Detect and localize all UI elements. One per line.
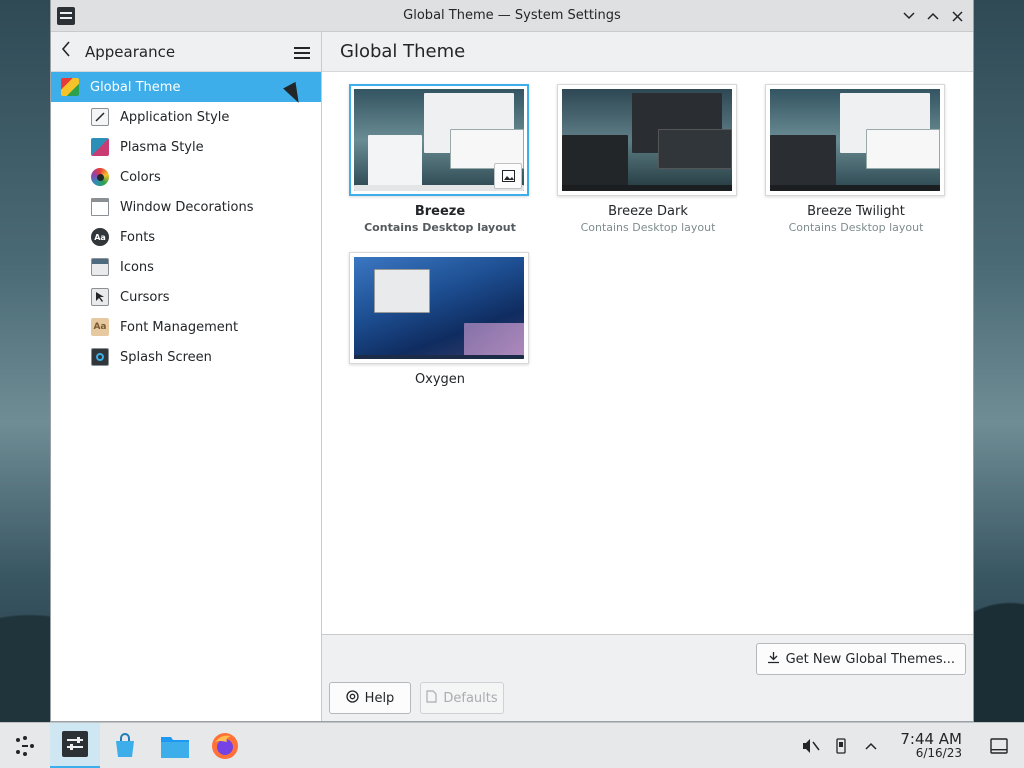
sidebar-item-window-decorations[interactable]: Window Decorations [51,192,321,222]
clock-time: 7:44 AM [900,730,962,748]
taskbar: 7:44 AM 6/16/23 [0,722,1024,768]
get-new-label: Get New Global Themes... [785,651,955,667]
splash-screen-icon [91,348,109,366]
sidebar-item-splash-screen[interactable]: Splash Screen [51,342,321,372]
minimize-button[interactable] [899,6,919,26]
sidebar-item-label: Icons [120,259,154,275]
theme-card-breeze[interactable]: Breeze Contains Desktop layout [349,84,531,234]
sidebar: Appearance Global Theme Application Styl… [51,32,322,721]
theme-card-breeze-twilight[interactable]: Breeze Twilight Contains Desktop layout [765,84,947,234]
sidebar-item-label: Window Decorations [120,199,254,215]
sidebar-item-font-management[interactable]: Aa Font Management [51,312,321,342]
document-revert-icon [426,689,437,707]
help-icon [346,689,359,707]
sidebar-item-global-theme[interactable]: Global Theme [51,72,321,102]
discover-icon[interactable] [100,723,150,768]
sidebar-item-label: Fonts [120,229,156,245]
theme-preview [557,84,737,196]
sidebar-title: Appearance [85,42,176,61]
maximize-button[interactable] [923,6,943,26]
chevron-left-icon [61,41,70,57]
theme-preview [349,84,529,196]
sidebar-item-label: Font Management [120,319,239,335]
sidebar-item-label: Splash Screen [120,349,212,365]
sidebar-item-label: Plasma Style [120,139,204,155]
main-panel: Global Theme Breeze Contains Desktop lay… [322,32,973,721]
icons-icon [91,258,109,276]
sidebar-item-colors[interactable]: Colors [51,162,321,192]
system-settings-window: Global Theme — System Settings Appearanc… [50,0,974,722]
theme-subtitle: Contains Desktop layout [364,221,516,234]
sidebar-item-cursors[interactable]: Cursors [51,282,321,312]
clock[interactable]: 7:44 AM 6/16/23 [900,730,962,761]
system-settings-icon[interactable] [50,722,100,768]
theme-preview [765,84,945,196]
sidebar-header: Appearance [51,32,321,72]
colors-icon [91,168,109,186]
sidebar-item-label: Application Style [120,109,230,125]
theme-subtitle: Contains Desktop layout [580,221,716,234]
defaults-button[interactable]: Defaults [420,682,504,714]
cursors-icon [91,288,109,306]
theme-card-oxygen[interactable]: Oxygen [349,252,531,387]
chevron-down-icon [903,12,915,20]
chevron-up-icon[interactable] [856,742,886,750]
back-button[interactable] [61,41,81,62]
image-icon[interactable] [494,163,522,189]
dolphin-icon[interactable] [150,723,200,768]
theme-name: Oxygen [414,372,466,387]
theme-grid: Breeze Contains Desktop layout Breeze Da… [322,72,973,635]
sidebar-item-application-style[interactable]: Application Style [51,102,321,132]
theme-name: Breeze [414,204,466,219]
firefox-icon[interactable] [200,723,250,768]
sidebar-item-label: Cursors [120,289,170,305]
clock-date: 6/16/23 [915,746,962,760]
titlebar: Global Theme — System Settings [51,0,973,32]
help-button[interactable]: Help [329,682,411,714]
theme-subtitle: Contains Desktop layout [788,221,924,234]
global-theme-icon [61,78,79,96]
system-settings-app-icon[interactable] [57,7,75,25]
sidebar-item-plasma-style[interactable]: Plasma Style [51,132,321,162]
theme-preview [349,252,529,364]
show-desktop-icon[interactable] [984,738,1014,754]
window-decorations-icon [91,198,109,216]
sidebar-item-icons[interactable]: Icons [51,252,321,282]
window-title: Global Theme — System Settings [403,8,621,23]
font-management-icon: Aa [91,318,109,336]
page-title: Global Theme [322,32,973,72]
volume-muted-icon[interactable] [796,738,826,754]
close-button[interactable] [947,6,967,26]
download-icon [767,651,780,668]
theme-name: Breeze Dark [608,204,688,219]
theme-name: Breeze Twilight [807,204,905,219]
hamburger-menu-icon[interactable] [291,42,311,62]
application-style-icon [91,108,109,126]
system-tray: 7:44 AM 6/16/23 [796,723,1024,768]
application-launcher-icon[interactable] [0,723,50,768]
help-label: Help [364,690,395,706]
sidebar-item-fonts[interactable]: Aa Fonts [51,222,321,252]
chevron-up-icon [927,12,939,20]
get-new-global-themes-button[interactable]: Get New Global Themes... [755,643,966,675]
defaults-label: Defaults [443,690,498,706]
usb-device-icon[interactable] [826,738,856,754]
sidebar-item-label: Colors [120,169,161,185]
fonts-icon: Aa [91,228,109,246]
plasma-style-icon [91,138,109,156]
sidebar-item-label: Global Theme [90,79,181,95]
theme-card-breeze-dark[interactable]: Breeze Dark Contains Desktop layout [557,84,739,234]
close-icon [951,10,963,22]
